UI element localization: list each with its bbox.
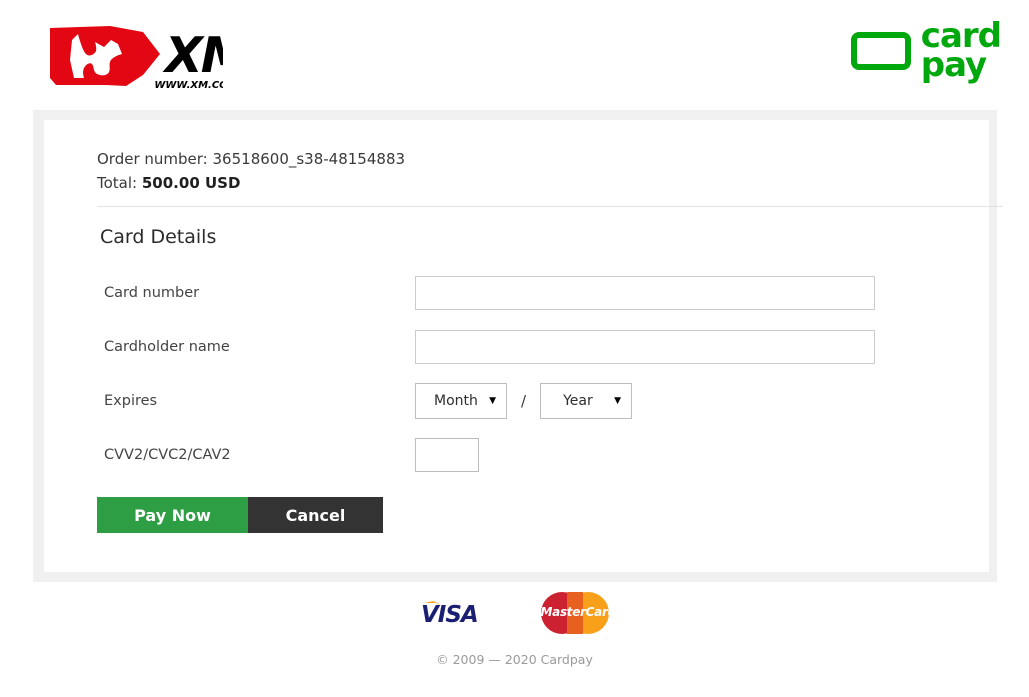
order-number-line: Order number: 36518600_s38-48154883 — [97, 147, 405, 171]
payment-panel-outer: Order number: 36518600_s38-48154883 Tota… — [33, 110, 1003, 582]
pay-now-button[interactable]: Pay Now — [97, 497, 248, 533]
order-number-value: 36518600_s38-48154883 — [212, 150, 406, 168]
expires-field-zone: Month ▼ / Year ▼ — [415, 383, 633, 419]
card-number-input[interactable] — [415, 276, 875, 310]
payment-panel-inner: Order number: 36518600_s38-48154883 Tota… — [44, 120, 1003, 572]
section-divider — [97, 206, 1003, 207]
cvv-label: CVV2/CVC2/CAV2 — [104, 447, 231, 463]
expiry-month-select[interactable]: Month ▼ — [415, 383, 507, 419]
expiry-separator: / — [521, 392, 527, 410]
total-amount: 500.00 USD — [141, 174, 241, 192]
copyright-text: © 2009 — 2020 Cardpay — [436, 652, 593, 667]
form-row-cvv: CVV2/CVC2/CAV2 — [44, 428, 989, 482]
expiry-year-value: Year — [563, 393, 593, 409]
cardpay-logo: card pay — [850, 19, 1002, 83]
order-number-label: Order number: — [97, 150, 208, 168]
card-details-form: Card number Cardholder name Expires Mont… — [44, 266, 989, 482]
chevron-down-icon: ▼ — [489, 395, 496, 406]
chevron-down-icon: ▼ — [614, 395, 622, 406]
xm-wordmark: XM — [162, 27, 223, 84]
mastercard-logo-icon: MasterCard — [540, 592, 617, 634]
cvv-input[interactable] — [415, 438, 479, 472]
xm-bull-logo-icon: XM WWW.XM.COM — [50, 26, 251, 91]
cardholder-name-field-zone — [415, 330, 875, 364]
cancel-button[interactable]: Cancel — [248, 497, 383, 533]
cardholder-name-input[interactable] — [415, 330, 875, 364]
mastercard-wordmark: MasterCard — [540, 605, 617, 619]
form-row-card-number: Card number — [44, 266, 989, 320]
order-summary: Order number: 36518600_s38-48154883 Tota… — [97, 147, 405, 195]
visa-wordmark: VISA — [421, 602, 478, 627]
accepted-card-brands: VISA MasterCard — [0, 582, 1029, 644]
form-row-expires: Expires Month ▼ / Year ▼ — [44, 374, 989, 428]
expiry-year-select[interactable]: Year ▼ — [540, 383, 633, 419]
page-footer: VISA MasterCard © 2009 — 2020 Cardpay — [0, 582, 1029, 667]
cardholder-name-label: Cardholder name — [104, 339, 230, 355]
card-number-field-zone — [415, 276, 875, 310]
page-header: XM WWW.XM.COM card pay — [0, 0, 1029, 110]
xm-tagline: WWW.XM.COM — [154, 80, 223, 91]
xm-logo: XM WWW.XM.COM — [48, 20, 251, 92]
card-number-label: Card number — [104, 285, 200, 301]
order-total-line: Total: 500.00 USD — [97, 171, 405, 195]
visa-logo-icon: VISA — [421, 599, 483, 628]
cardpay-card-outline-icon — [850, 32, 911, 71]
expiry-month-value: Month — [434, 393, 478, 409]
cvv-field-zone — [415, 438, 479, 472]
total-label: Total: — [97, 174, 138, 192]
expires-label: Expires — [104, 393, 158, 409]
card-details-heading: Card Details — [100, 226, 217, 248]
cardpay-wordmark: card pay — [921, 19, 1002, 83]
form-actions: Pay Now Cancel — [97, 497, 383, 533]
form-row-cardholder-name: Cardholder name — [44, 320, 989, 374]
